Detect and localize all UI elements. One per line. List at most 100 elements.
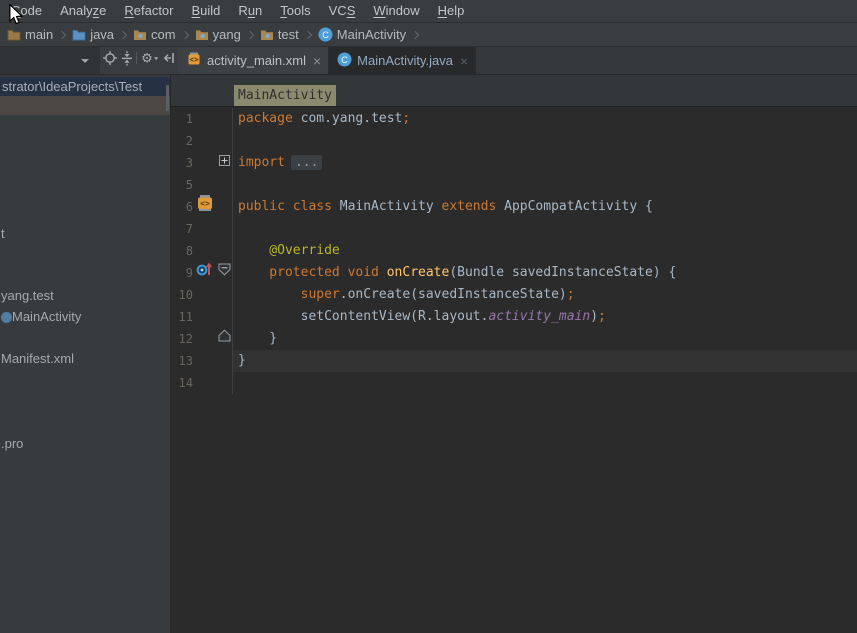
- project-panel[interactable]: strator\IdeaProjects\Test t yang.test Main…: [0, 75, 171, 633]
- svg-text:C: C: [341, 55, 348, 66]
- menu-window[interactable]: Window: [364, 0, 428, 22]
- menu-bar: CodeAnalyzeRefactorBuildRunToolsVCSWindo…: [0, 0, 857, 23]
- tab-label: activity_main.xml: [207, 53, 306, 68]
- breadcrumb-chevron-icon: [58, 30, 66, 38]
- code-text: [233, 130, 857, 152]
- gutter: 1: [171, 108, 233, 130]
- package-icon: [195, 29, 209, 41]
- folded-imports-chip[interactable]: ...: [291, 155, 322, 170]
- gutter: 3: [171, 152, 233, 174]
- gutter: 11: [171, 306, 233, 328]
- line-number: 13: [171, 350, 193, 372]
- toolbar-separator: [135, 50, 138, 71]
- gutter: 10: [171, 284, 233, 306]
- breadcrumb-item-java[interactable]: java: [72, 27, 114, 42]
- close-icon[interactable]: ×: [460, 54, 468, 68]
- tree-item--pro[interactable]: .pro: [1, 436, 23, 452]
- breadcrumb-item-yang[interactable]: yang: [195, 27, 241, 42]
- line-number: 11: [171, 306, 193, 328]
- close-icon[interactable]: ×: [313, 54, 321, 68]
- ide-window: CodeAnalyzeRefactorBuildRunToolsVCSWindo…: [0, 0, 857, 633]
- editor-tabs: <>activity_main.xml×CMainActivity.java×: [178, 47, 476, 74]
- tree-item-label: MainActivity: [12, 309, 81, 324]
- locate-button[interactable]: [102, 50, 118, 71]
- code-text: setContentView(R.layout.activity_main);: [233, 306, 857, 328]
- code-area[interactable]: 1 package com.yang.test; 23import...56<>pu…: [171, 108, 857, 633]
- project-hover-row[interactable]: [0, 96, 170, 115]
- menu-code[interactable]: Code: [2, 0, 51, 22]
- override-icon[interactable]: [196, 261, 213, 285]
- code-line-1[interactable]: 1 package com.yang.test;: [171, 108, 857, 130]
- svg-text:C: C: [322, 30, 329, 41]
- menu-tools[interactable]: Tools: [271, 0, 319, 22]
- line-number: 9: [171, 262, 193, 284]
- menu-build[interactable]: Build: [183, 0, 230, 22]
- code-line-8[interactable]: 8 @Override: [171, 240, 857, 262]
- tree-item-yang-test[interactable]: yang.test: [1, 288, 54, 304]
- line-number: 8: [171, 240, 193, 262]
- breadcrumb-chevron-icon: [180, 30, 188, 38]
- menu-run[interactable]: Run: [229, 0, 271, 22]
- sidebar-scrollbar[interactable]: [166, 85, 169, 111]
- menu-refactor[interactable]: Refactor: [115, 0, 182, 22]
- tree-item-label: .pro: [1, 436, 23, 451]
- line-number: 1: [171, 108, 193, 130]
- gear-icon: ⚙: [140, 50, 160, 71]
- code-line-7[interactable]: 7: [171, 218, 857, 240]
- fold-plus-icon[interactable]: [219, 152, 230, 174]
- pin-icon: [162, 50, 176, 71]
- package-icon: [260, 29, 274, 41]
- code-line-11[interactable]: 11 setContentView(R.layout.activity_main…: [171, 306, 857, 328]
- code-line-10[interactable]: 10 super.onCreate(savedInstanceState);: [171, 284, 857, 306]
- project-root-row[interactable]: strator\IdeaProjects\Test: [0, 77, 170, 96]
- menu-help[interactable]: Help: [429, 0, 474, 22]
- editor[interactable]: MainActivity 1 package com.yang.test; 23im…: [171, 75, 857, 633]
- code-text: }: [233, 350, 857, 372]
- breadcrumb-label: main: [25, 27, 53, 42]
- code-line-2[interactable]: 2: [171, 130, 857, 152]
- gear-button[interactable]: ⚙: [140, 50, 160, 71]
- svg-text:<>: <>: [189, 55, 199, 64]
- fold-top-icon[interactable]: [218, 262, 231, 284]
- breadcrumb-label: test: [278, 27, 299, 42]
- project-panel-header: [0, 47, 100, 74]
- code-line-6[interactable]: 6<>public class MainActivity extends App…: [171, 196, 857, 218]
- code-text: super.onCreate(savedInstanceState);: [233, 284, 857, 306]
- gutter: 9: [171, 262, 233, 284]
- tab-mainactivity-java[interactable]: CMainActivity.java×: [329, 47, 476, 74]
- breadcrumb-item-com[interactable]: com: [133, 27, 176, 42]
- code-line-13[interactable]: 13}: [171, 350, 857, 372]
- code-text: @Override: [233, 240, 857, 262]
- android-activity-icon[interactable]: <>: [196, 195, 214, 220]
- context-chip[interactable]: MainActivity: [234, 85, 336, 106]
- tree-item-t[interactable]: t: [1, 226, 5, 242]
- collapse-all-icon: [120, 50, 134, 71]
- chevron-down-icon[interactable]: [81, 59, 89, 63]
- breadcrumb-item-test[interactable]: test: [260, 27, 299, 42]
- code-line-3[interactable]: 3import...: [171, 152, 857, 174]
- project-toolbar: ⚙: [100, 47, 178, 74]
- code-line-5[interactable]: 5: [171, 174, 857, 196]
- tree-item-mainactivity[interactable]: MainActivity: [12, 309, 81, 325]
- menu-vcs[interactable]: VCS: [320, 0, 365, 22]
- line-number: 10: [171, 284, 193, 306]
- folder-blue-icon: [72, 29, 86, 41]
- breadcrumb-item-mainactivity[interactable]: CMainActivity: [318, 27, 406, 42]
- code-line-9[interactable]: 9 protected void onCreate(Bundle savedIn…: [171, 262, 857, 284]
- collapse-all-button[interactable]: [120, 50, 134, 71]
- breadcrumb-item-main[interactable]: main: [7, 27, 53, 42]
- fold-bottom-icon[interactable]: [218, 328, 231, 350]
- gutter: 8: [171, 240, 233, 262]
- code-text: package com.yang.test;: [233, 108, 857, 130]
- locate-icon: [102, 50, 118, 71]
- breadcrumb-chevron-icon: [246, 30, 254, 38]
- tree-item-manifest-xml[interactable]: Manifest.xml: [1, 351, 74, 367]
- code-line-14[interactable]: 14: [171, 372, 857, 394]
- tab-activity-main-xml[interactable]: <> activity_main.xml ×: [178, 47, 329, 74]
- menu-analyze[interactable]: Analyze: [51, 0, 115, 22]
- sep-icon: [135, 50, 138, 71]
- class-icon: C: [337, 52, 352, 70]
- pin-button[interactable]: [162, 50, 176, 71]
- code-line-12[interactable]: 12 }: [171, 328, 857, 350]
- line-number: 2: [171, 130, 193, 152]
